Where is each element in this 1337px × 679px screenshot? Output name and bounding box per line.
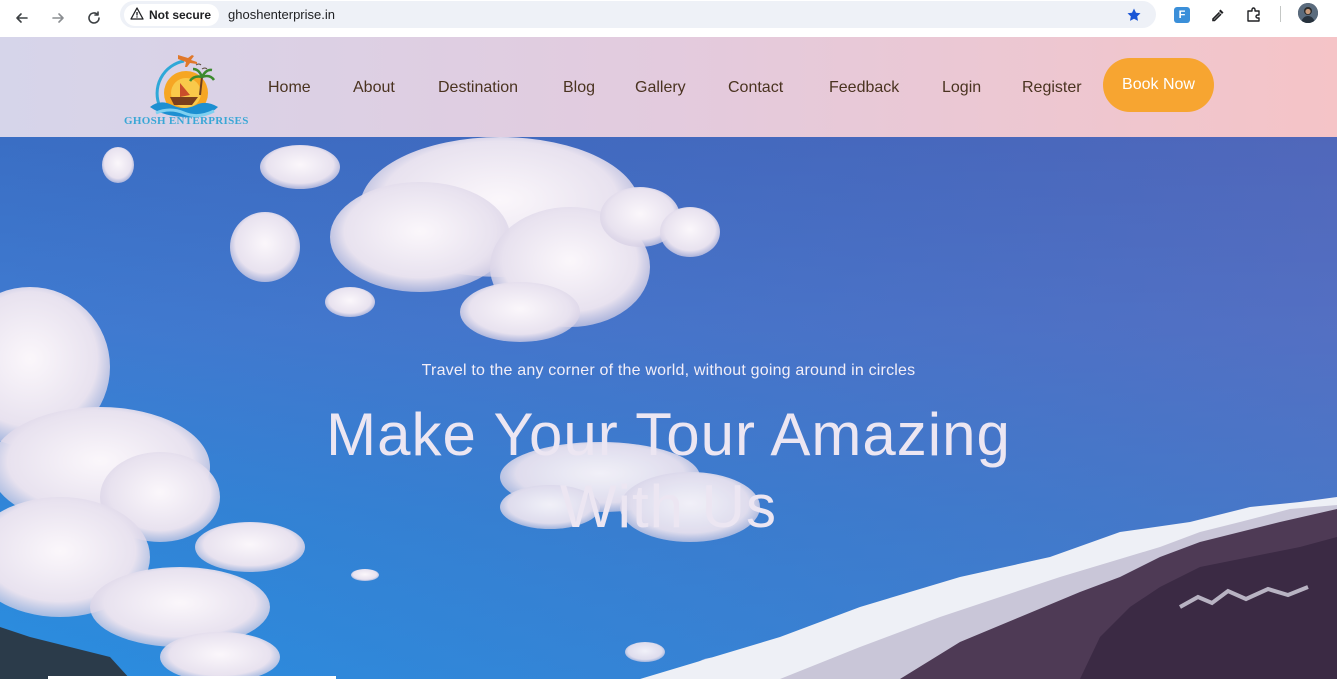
site-header: GHOSH ENTERPRISES Home About Destination…: [0, 37, 1337, 137]
brand-logo-text: GHOSH ENTERPRISES: [124, 115, 249, 127]
browser-toolbar: Not secure ghoshenterprise.in F: [0, 0, 1337, 37]
nav-about[interactable]: About: [353, 79, 395, 97]
reload-icon[interactable]: [80, 4, 108, 32]
warning-icon: [130, 6, 144, 23]
nav-gallery[interactable]: Gallery: [635, 79, 686, 97]
toolbar-divider: [1280, 6, 1281, 22]
address-bar[interactable]: Not secure ghoshenterprise.in: [120, 1, 1156, 28]
bookmark-star-icon[interactable]: [1124, 5, 1144, 25]
nav-login[interactable]: Login: [942, 79, 981, 97]
security-label: Not secure: [149, 7, 212, 22]
hero-title: Make Your Tour Amazing With Us: [0, 399, 1337, 543]
profile-avatar[interactable]: [1298, 3, 1318, 23]
hero-subtitle: Travel to the any corner of the world, w…: [421, 362, 916, 379]
nav-blog[interactable]: Blog: [563, 79, 595, 97]
extension-fi-icon[interactable]: F: [1170, 3, 1194, 27]
url-text[interactable]: ghoshenterprise.in: [228, 7, 335, 22]
nav-home[interactable]: Home: [268, 79, 311, 97]
hero-title-line-2: With Us: [560, 473, 777, 540]
forward-icon[interactable]: [44, 4, 72, 32]
eyedropper-icon[interactable]: [1206, 3, 1230, 27]
nav-register[interactable]: Register: [1022, 79, 1082, 97]
nav-feedback[interactable]: Feedback: [829, 79, 899, 97]
extension-label: F: [1178, 9, 1186, 21]
nav-contact[interactable]: Contact: [728, 79, 783, 97]
hero-title-line-1: Make Your Tour Amazing: [326, 401, 1011, 468]
hero-section: Travel to the any corner of the world, w…: [0, 137, 1337, 679]
puzzle-extensions-icon[interactable]: [1242, 3, 1266, 27]
security-indicator[interactable]: Not secure: [124, 3, 220, 26]
book-now-button[interactable]: Book Now: [1103, 58, 1214, 112]
nav-destination[interactable]: Destination: [438, 79, 518, 97]
back-icon[interactable]: [8, 4, 36, 32]
